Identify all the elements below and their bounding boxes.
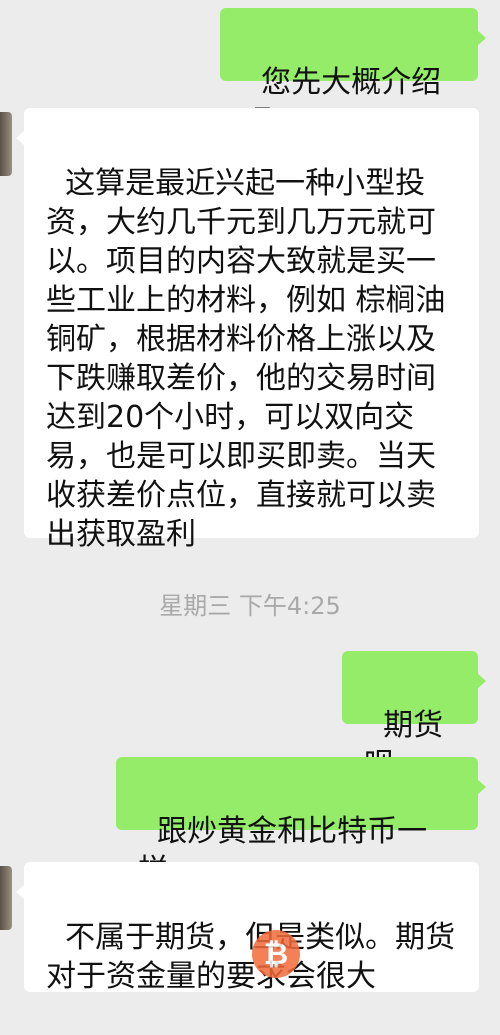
contact-avatar[interactable] [0,112,12,176]
message-bubble-outgoing[interactable]: 跟炒黄金和比特币一样 [116,757,486,888]
bubble-tail [477,673,486,689]
message-bubble-outgoing[interactable]: 期货呗 [342,651,486,782]
message-bubble-incoming[interactable]: 不属于期货，但是类似。期货对于资金量的要求会很大 [16,862,479,994]
message-bubble-incoming[interactable]: 这算是最近兴起一种小型投资，大约几千元到几万元就可以。项目的内容大致就是买一些工… [16,108,479,552]
contact-avatar[interactable] [0,866,12,930]
message-bubble-outgoing[interactable]: 您先大概介绍吧 [220,8,486,139]
message-text: 不属于期货，但是类似。期货对于资金量的要求会很大 [46,920,456,994]
bubble-tail [477,30,486,46]
bitcoin-watermark-icon: ₿ [252,930,300,978]
chat-timestamp: 星期三 下午4:25 [159,592,341,620]
bubble-tail [477,779,486,795]
bitcoin-symbol: ₿ [263,936,289,972]
bubble-tail [16,130,25,146]
message-text: 这算是最近兴起一种小型投资，大约几千元到几万元就可以。项目的内容大致就是买一些工… [46,166,456,552]
bubble-tail [16,884,25,900]
